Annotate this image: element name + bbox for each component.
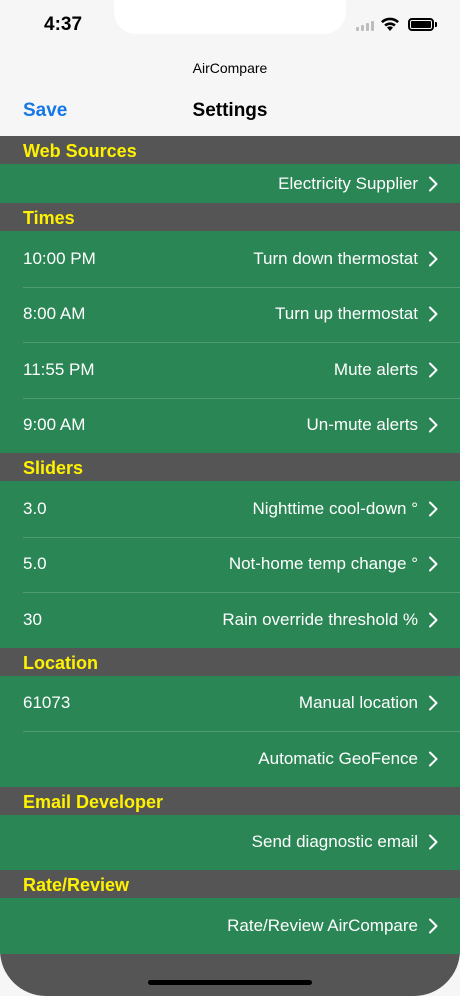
row-label: Automatic GeoFence [258, 748, 418, 768]
device-notch [114, 0, 346, 34]
navigation-bar: Save Settings [0, 92, 460, 136]
row-label: Turn down thermostat [253, 248, 418, 268]
settings-row[interactable]: 11:55 PM Mute alerts [0, 342, 460, 398]
settings-row[interactable]: 5.0 Not-home temp change ° [0, 536, 460, 592]
settings-row[interactable]: 61073 Manual location [0, 675, 460, 731]
settings-row[interactable]: Electricity Supplier [0, 164, 460, 203]
status-time: 4:37 [44, 14, 83, 35]
settings-row[interactable]: 3.0 Nighttime cool-down ° [0, 481, 460, 537]
settings-row[interactable]: Rate/Review AirCompare [0, 898, 460, 954]
wifi-icon [381, 17, 399, 31]
chevron-right-icon [428, 501, 439, 517]
settings-row[interactable]: 10:00 PM Turn down thermostat [0, 231, 460, 287]
chevron-right-icon [428, 834, 439, 850]
settings-row[interactable]: 8:00 AM Turn up thermostat [0, 286, 460, 342]
settings-list[interactable]: Web Sources Electricity Supplier Times 10:0… [0, 136, 460, 996]
chevron-right-icon [428, 417, 439, 433]
chevron-right-icon [428, 918, 439, 934]
section-header: Web Sources [0, 136, 460, 164]
chevron-right-icon [428, 362, 439, 378]
row-label: Nighttime cool-down ° [252, 498, 418, 518]
chevron-right-icon [428, 176, 439, 192]
row-value: 5.0 [23, 554, 47, 574]
row-value: 8:00 AM [23, 304, 86, 324]
chevron-right-icon [428, 612, 439, 628]
row-label: Turn up thermostat [275, 304, 418, 324]
row-label: Rate/Review AirCompare [227, 915, 418, 935]
status-bar: 4:37 [0, 0, 460, 52]
row-divider [23, 536, 460, 538]
home-indicator[interactable] [148, 980, 312, 985]
save-button[interactable]: Save [23, 100, 67, 122]
row-value: 30 [23, 609, 42, 629]
row-label: Electricity Supplier [278, 173, 418, 193]
settings-row[interactable]: 9:00 AM Un-mute alerts [0, 397, 460, 453]
section-header: Times [0, 203, 460, 231]
section-header: Sliders [0, 453, 460, 481]
chevron-right-icon [428, 306, 439, 322]
row-label: Manual location [298, 693, 418, 713]
row-value: 3.0 [23, 498, 47, 518]
row-divider [23, 397, 460, 399]
row-divider [23, 731, 460, 732]
row-value: 11:55 PM [23, 359, 95, 379]
row-value: 61073 [23, 693, 71, 713]
row-label: Mute alerts [333, 359, 418, 379]
row-divider [23, 342, 460, 343]
row-label: Un-mute alerts [306, 415, 418, 435]
battery-icon [408, 18, 437, 31]
settings-row[interactable]: Automatic GeoFence [0, 731, 460, 787]
chevron-right-icon [428, 251, 439, 267]
chevron-right-icon [428, 751, 439, 767]
row-divider [23, 592, 460, 593]
row-value: 9:00 AM [23, 415, 86, 435]
settings-row[interactable]: 30 Rain override threshold % [0, 592, 460, 648]
row-label: Not-home temp change ° [228, 554, 418, 574]
row-divider [23, 286, 460, 288]
page-title: Settings [192, 100, 268, 121]
app-name: AirCompare [192, 60, 268, 76]
row-value: 10:00 PM [23, 248, 96, 268]
chevron-right-icon [428, 695, 439, 711]
settings-row[interactable]: Send diagnostic email [0, 814, 460, 870]
section-header: Rate/Review [0, 870, 460, 898]
cellular-signal-icon [356, 21, 376, 31]
section-header: Email Developer [0, 786, 460, 815]
section-header: Location [0, 647, 460, 676]
row-label: Rain override threshold % [222, 609, 418, 629]
chevron-right-icon [428, 556, 439, 572]
row-label: Send diagnostic email [251, 832, 418, 852]
